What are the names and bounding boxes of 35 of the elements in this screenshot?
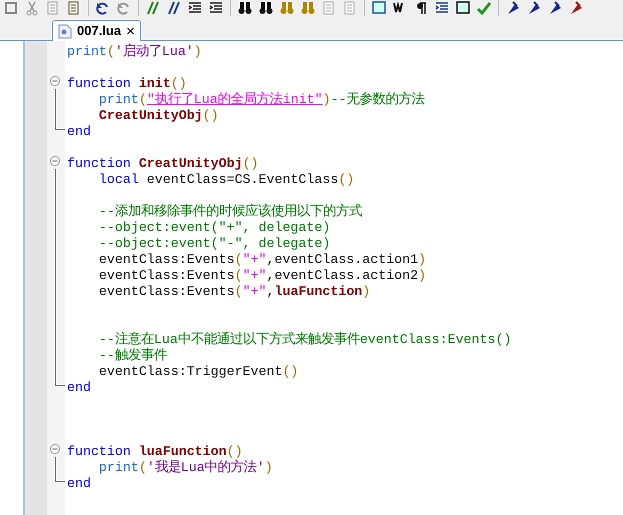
code-line: eventClass:Events("+",eventClass.action1) — [98, 252, 426, 267]
code-line: --添加和移除事件的时候应该使用以下的方式 — [98, 204, 362, 219]
code-line: local eventClass=CS.EventClass() — [98, 172, 354, 187]
code-line: --object:event("+", delegate) — [98, 220, 330, 235]
marker-icon[interactable] — [505, 0, 521, 16]
binoculars-icon[interactable] — [237, 0, 253, 16]
marker-icon[interactable] — [547, 0, 563, 16]
code-line: function CreatUnityObj() — [67, 156, 259, 171]
tab-label: 007.lua — [77, 22, 122, 40]
code-line: --object:event("-", delegate) — [98, 236, 330, 251]
code-line: eventClass:Events("+",eventClass.action2) — [98, 268, 426, 283]
marker-icon[interactable] — [526, 0, 542, 16]
lua-file-icon — [58, 24, 72, 38]
code-line: end — [67, 124, 91, 139]
code-line: --注意在Lua中不能通过以下方式来触发事件eventClass:Events() — [98, 332, 512, 347]
code-line: print('启动了Lua') — [67, 44, 202, 59]
code-line: CreatUnityObj() — [98, 108, 219, 123]
indent-icon[interactable] — [208, 0, 224, 16]
code-line: function luaFunction() — [67, 444, 243, 459]
code-line: print('我是Lua中的方法') — [98, 460, 273, 475]
close-tab-button[interactable]: × — [126, 24, 135, 38]
code-line: end — [67, 476, 91, 491]
code-line: --触发事件 — [98, 348, 167, 363]
outline-icon[interactable] — [434, 0, 450, 16]
code-line: end — [67, 380, 91, 395]
outdent-icon[interactable] — [187, 0, 203, 16]
marker-icon[interactable] — [568, 0, 584, 16]
comment-icon[interactable] — [145, 0, 161, 16]
code-line: eventClass:Events("+",luaFunction) — [98, 284, 370, 299]
code-line: function init() — [67, 76, 187, 91]
file-tab[interactable]: 007.lua × — [52, 20, 141, 41]
checkmark-icon[interactable] — [476, 0, 492, 16]
code-line: print("执行了Lua的全局方法init")--无参数的方法 — [98, 92, 425, 107]
uncomment-icon[interactable] — [166, 0, 182, 16]
code-line: eventClass:TriggerEvent() — [98, 364, 298, 379]
